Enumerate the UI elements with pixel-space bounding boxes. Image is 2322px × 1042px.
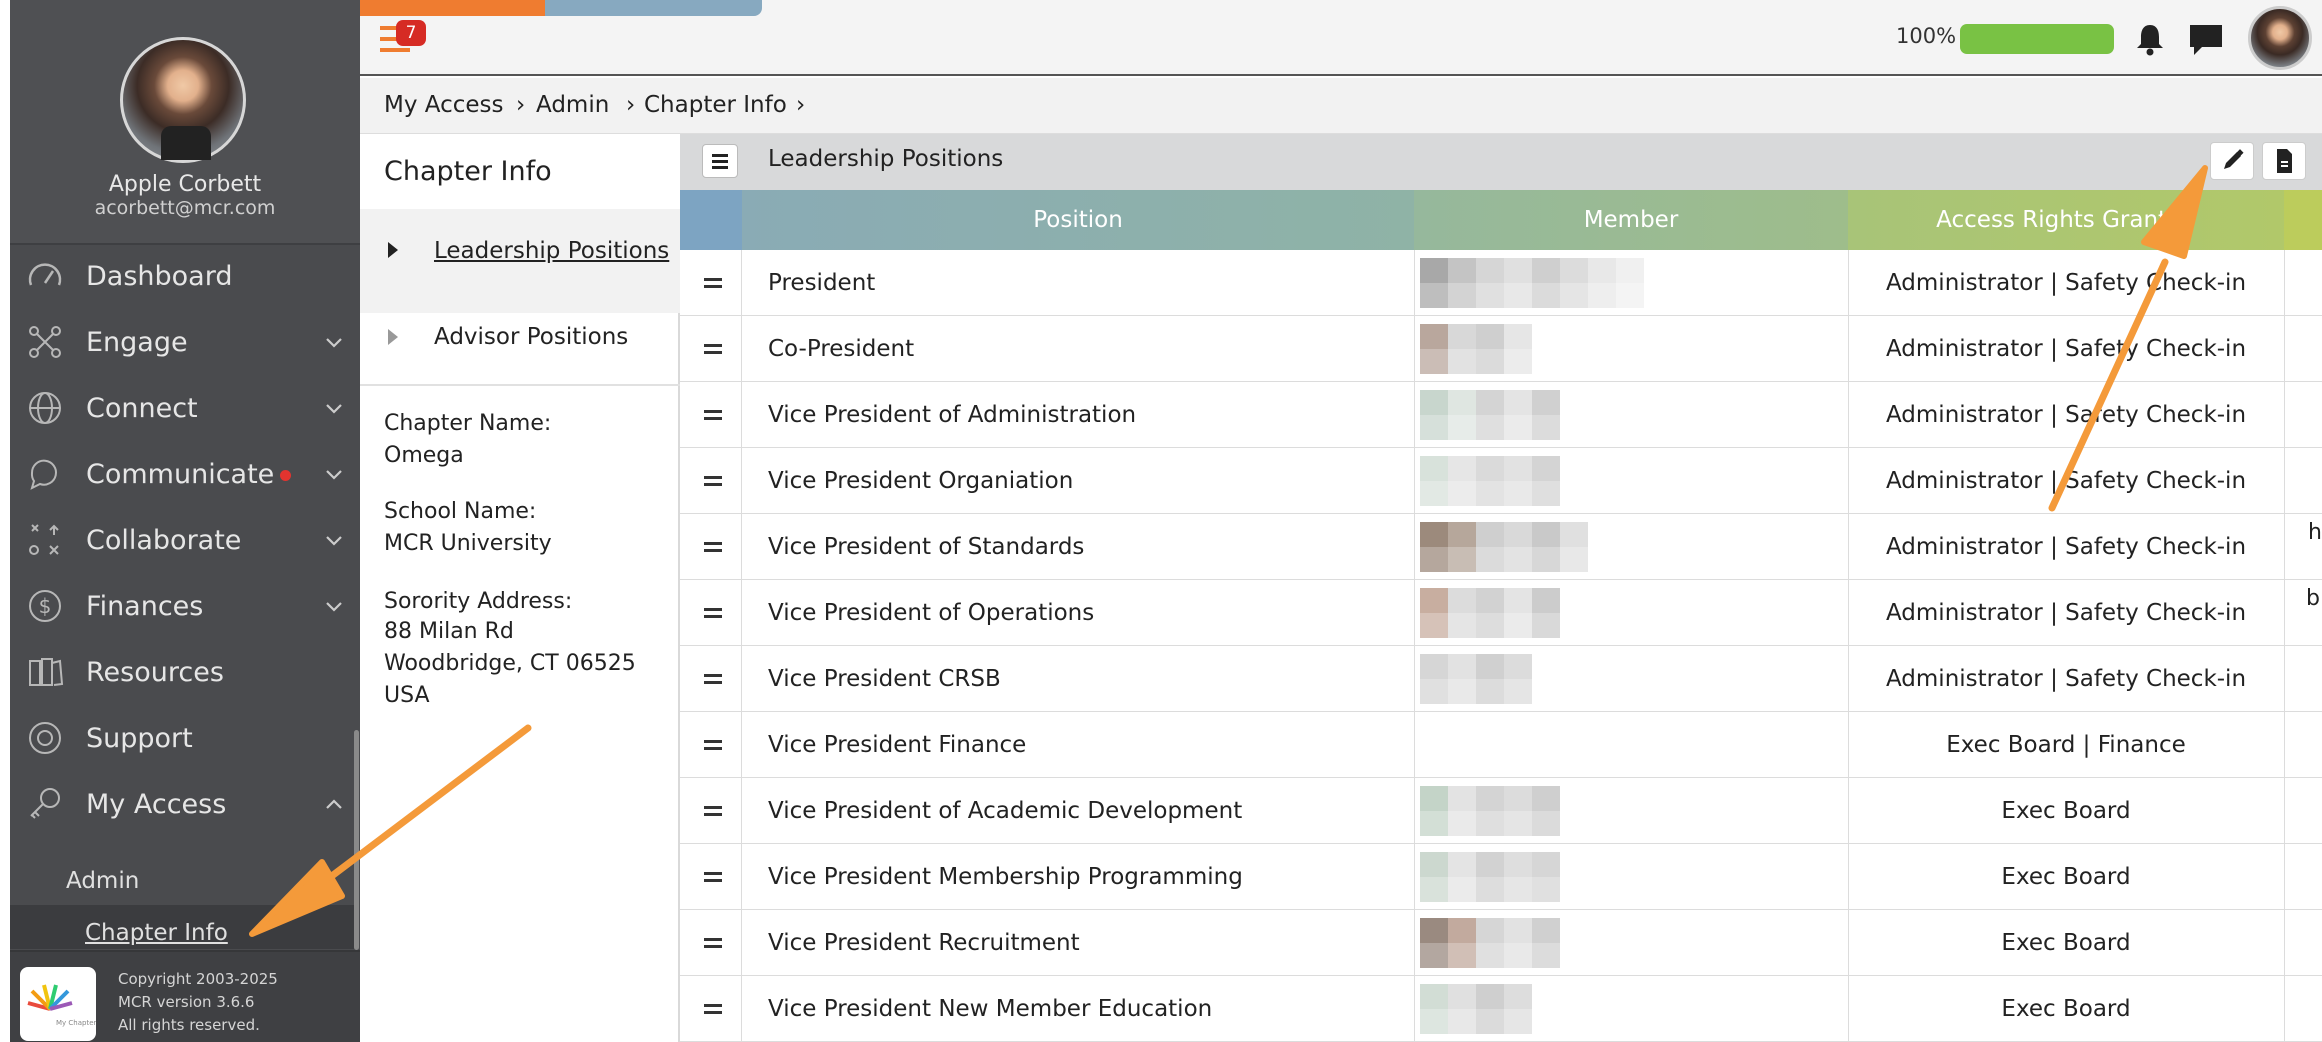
arrow-to-edit-button xyxy=(2048,165,2208,512)
annotation-arrows xyxy=(249,165,2208,937)
arrow-to-chapter-info xyxy=(249,724,532,937)
